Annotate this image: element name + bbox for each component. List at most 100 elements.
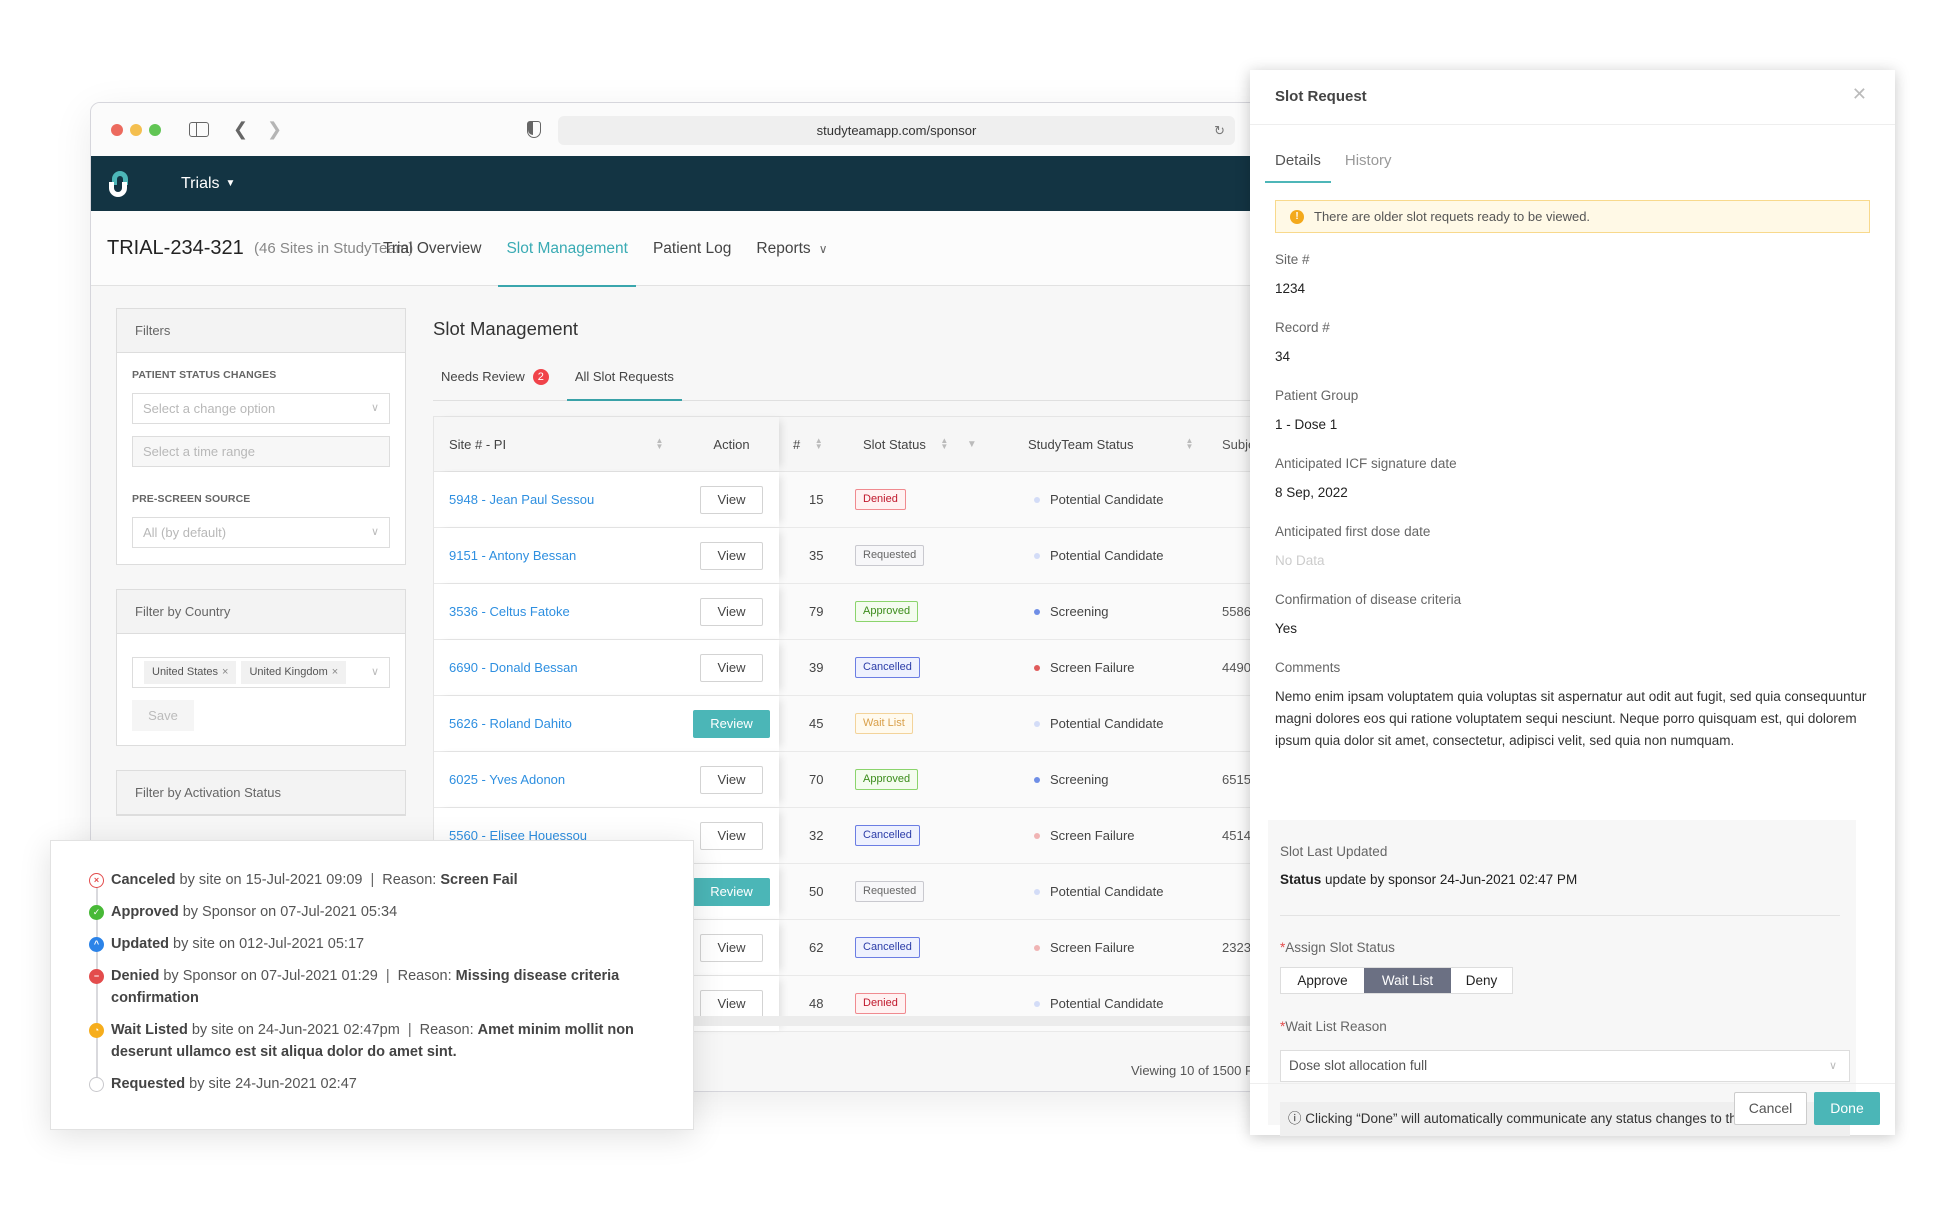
country-multiselect[interactable]: United States × United Kingdom × ∨ [132, 657, 390, 688]
site-pi-link[interactable]: 3536 - Celtus Fatoke [449, 604, 570, 619]
pagination-summary: Viewing 10 of 1500 R [1131, 1063, 1255, 1078]
sort-icon[interactable]: ▲ ▼ [655, 437, 664, 451]
sort-icon[interactable]: ▲ ▼ [814, 437, 823, 451]
change-option-select[interactable]: Select a change option ∨ [132, 393, 390, 424]
field-value: Nemo enim ipsam voluptatem quia voluptas… [1275, 689, 1867, 748]
trials-menu[interactable]: Trials ▼ [181, 156, 235, 211]
view-button[interactable]: View [700, 765, 763, 794]
col-slot-status[interactable]: Slot Status ▲ ▼ ▼ [849, 417, 1014, 471]
view-button[interactable]: View [700, 541, 763, 570]
tab-details[interactable]: Details [1265, 145, 1331, 183]
drawer-title: Slot Request [1275, 88, 1367, 105]
wait-list-option[interactable]: Wait List [1364, 968, 1451, 993]
filters-sidebar: Filters PATIENT STATUS CHANGES Select a … [116, 308, 406, 840]
sidebar-toggle-icon[interactable] [189, 122, 209, 137]
tab-all-slot-requests[interactable]: All Slot Requests [566, 353, 682, 401]
activation-filter-title[interactable]: Filter by Activation Status [117, 771, 405, 815]
time-range-input[interactable]: Select a time range [132, 436, 390, 467]
close-window-button[interactable] [111, 124, 123, 136]
table-row: 6025 - Yves Adonon View 70 Approved Scre… [434, 752, 1279, 808]
history-entry: Requested by site 24-Jun-2021 02:47 [89, 1073, 669, 1095]
nav-slot-management[interactable]: Slot Management [498, 211, 636, 287]
view-button[interactable]: View [700, 597, 763, 626]
nav-patient-log[interactable]: Patient Log [645, 211, 739, 286]
chevron-down-icon: ∨ [818, 242, 828, 256]
field-value: No Data [1275, 553, 1325, 568]
cancel-button[interactable]: Cancel [1734, 1092, 1807, 1125]
view-button[interactable]: View [700, 933, 763, 962]
col-studyteam-status[interactable]: StudyTeam Status ▲ ▼ [1014, 417, 1214, 471]
tab-needs-review[interactable]: Needs Review 2 [433, 353, 557, 400]
view-button[interactable]: View [700, 989, 763, 1018]
table-row: 3536 - Celtus Fatoke View 79 Approved Sc… [434, 584, 1279, 640]
trials-menu-label: Trials [181, 175, 220, 192]
prescreen-source-label: PRE-SCREEN SOURCE [132, 493, 251, 505]
col-number[interactable]: # ▲ ▼ [779, 417, 849, 471]
row-number: 39 [809, 660, 824, 675]
slot-management-title: Slot Management [433, 318, 579, 339]
site-pi-link[interactable]: 9151 - Antony Bessan [449, 548, 576, 563]
divider [1280, 915, 1840, 916]
slot-history-popover: × Canceled by site on 15-Jul-2021 09:09 | R… [50, 840, 694, 1130]
slot-status-tag: Requested [855, 881, 925, 902]
table-row: 9151 - Antony Bessan View 35 Requested P… [434, 528, 1279, 584]
slot-status-tag: Cancelled [855, 657, 920, 678]
slot-status-segmented-control: Approve Wait List Deny [1280, 967, 1513, 994]
nav-trial-overview[interactable]: Trial Overview [375, 211, 489, 286]
warning-icon: ! [1290, 210, 1304, 224]
view-button[interactable]: View [700, 653, 763, 682]
remove-tag-icon[interactable]: × [332, 666, 338, 678]
table-row: 5626 - Roland Dahito Review 45 Wait List… [434, 696, 1279, 752]
studyteam-status: Screen Failure [1050, 828, 1135, 843]
chevron-down-icon: ∨ [370, 666, 379, 678]
nav-reports[interactable]: Reports ∨ [748, 211, 835, 286]
sort-icon[interactable]: ▲ ▼ [1185, 437, 1194, 451]
update-circle-icon: ^ [89, 937, 104, 952]
history-entry: ✓ Approved by Sponsor on 07-Jul-2021 05:3… [89, 901, 669, 923]
chevron-down-icon: ∨ [370, 402, 379, 414]
studyteam-logo[interactable] [109, 171, 131, 197]
site-pi-link[interactable]: 6025 - Yves Adonon [449, 772, 565, 787]
slot-last-updated-value: Status update by sponsor 24-Jun-2021 02:… [1280, 872, 1578, 887]
shield-icon[interactable] [527, 121, 541, 138]
save-filters-button[interactable]: Save [132, 700, 194, 731]
status-dot-icon [1034, 776, 1040, 783]
cancel-circle-icon: × [89, 873, 104, 888]
back-arrow-icon[interactable]: ❮ [233, 117, 248, 141]
done-button[interactable]: Done [1814, 1092, 1880, 1125]
reload-icon[interactable]: ↻ [1214, 116, 1225, 145]
wait-list-reason-label: *Wait List Reason [1280, 1019, 1387, 1034]
wait-list-reason-select[interactable]: Dose slot allocation full ∨ [1280, 1050, 1850, 1082]
row-number: 35 [809, 548, 824, 563]
close-icon[interactable]: ✕ [1852, 84, 1867, 105]
row-number: 32 [809, 828, 824, 843]
trial-header: TRIAL-234-321 (46 Sites in StudyTeam) Tr… [91, 211, 1279, 287]
review-button[interactable]: Review [693, 709, 770, 738]
status-dot-icon [1034, 832, 1040, 839]
row-number: 70 [809, 772, 824, 787]
site-pi-link[interactable]: 6690 - Donald Bessan [449, 660, 578, 675]
studyteam-status: Potential Candidate [1050, 884, 1164, 899]
prescreen-source-select[interactable]: All (by default) ∨ [132, 517, 390, 548]
studyteam-status: Screening [1050, 604, 1109, 619]
view-button[interactable]: View [700, 485, 763, 514]
table-header: Site # - PI ▲ ▼ Action # ▲ ▼ Slot Status ▲ ▼ ▼ … [434, 417, 1279, 472]
site-pi-link[interactable]: 5948 - Jean Paul Sessou [449, 492, 594, 507]
detail-field: Patient Group 1 - Dose 1 [1275, 388, 1875, 436]
remove-tag-icon[interactable]: × [222, 666, 228, 678]
view-button[interactable]: View [700, 821, 763, 850]
col-site-pi[interactable]: Site # - PI ▲ ▼ [434, 437, 684, 452]
deny-option[interactable]: Deny [1451, 968, 1512, 993]
filter-icon[interactable]: ▼ [967, 439, 977, 450]
row-number: 50 [809, 884, 824, 899]
site-pi-link[interactable]: 5626 - Roland Dahito [449, 716, 572, 731]
minimize-window-button[interactable] [130, 124, 142, 136]
drawer-tabs: Details History [1265, 145, 1406, 183]
sort-icon[interactable]: ▲ ▼ [940, 437, 949, 451]
forward-arrow-icon[interactable]: ❯ [267, 117, 282, 141]
tab-history[interactable]: History [1335, 145, 1402, 183]
address-bar[interactable]: studyteamapp.com/sponsor ↻ [558, 116, 1235, 145]
maximize-window-button[interactable] [149, 124, 161, 136]
review-button[interactable]: Review [693, 877, 770, 906]
approve-option[interactable]: Approve [1281, 968, 1364, 993]
